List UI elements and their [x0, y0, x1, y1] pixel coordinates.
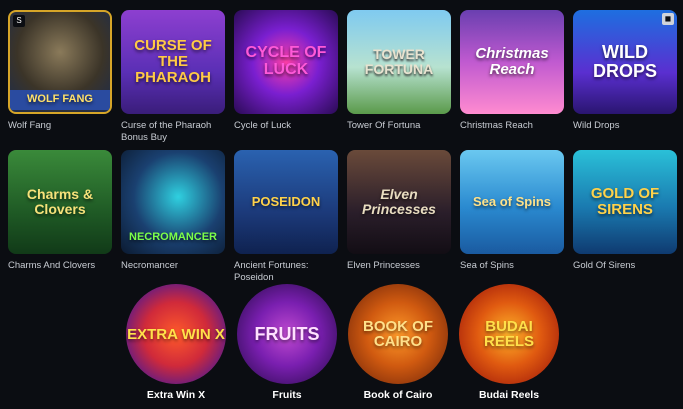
- game-tile-necromancer[interactable]: NECROMANCER Necromancer: [121, 150, 225, 284]
- budai-icon[interactable]: BUDAI REELS: [459, 284, 559, 384]
- game-art-text: BOOK OF CAIRO: [363, 318, 433, 350]
- clover-icon[interactable]: Charms & Clovers: [8, 150, 112, 254]
- necromancer-icon[interactable]: NECROMANCER: [121, 150, 225, 254]
- featured-tile-extra-win-x[interactable]: EXTRA WIN X Extra Win X: [126, 284, 226, 401]
- featured-tile-book-of-cairo[interactable]: BOOK OF CAIRO Book of Cairo: [348, 284, 448, 401]
- game-title[interactable]: Gold Of Sirens: [573, 260, 677, 284]
- game-tile-curse-of-the-pharaoh[interactable]: CURSE OF THE PHARAOH Curse of the Pharao…: [121, 10, 225, 144]
- tower-icon[interactable]: TOWER FORTUNA: [347, 10, 451, 114]
- game-art-text: Charms & Clovers: [26, 186, 94, 217]
- game-title[interactable]: Charms And Clovers: [8, 260, 112, 284]
- christmas-icon[interactable]: Christmas Reach: [460, 10, 564, 114]
- game-art-text: Elven Princesses: [362, 186, 436, 217]
- game-tile-wolf-fang[interactable]: S WOLF FANG Wolf Fang: [8, 10, 112, 144]
- game-art-text: POSEIDON: [251, 194, 321, 210]
- wolf-icon[interactable]: S WOLF FANG: [8, 10, 112, 114]
- game-title[interactable]: Curse of the Pharaoh Bonus Buy: [121, 120, 225, 144]
- featured-title[interactable]: Book of Cairo: [348, 389, 448, 401]
- game-title[interactable]: Wolf Fang: [8, 120, 112, 144]
- extra-win-icon[interactable]: EXTRA WIN X: [126, 284, 226, 384]
- game-tile-cycle-of-luck[interactable]: CYCLE OF LUCK Cycle of Luck: [234, 10, 338, 144]
- game-art-text: WILD DROPS: [592, 42, 657, 81]
- wild-drops-icon[interactable]: ◼ WILD DROPS: [573, 10, 677, 114]
- game-art-text: EXTRA WIN X: [127, 325, 225, 343]
- game-title[interactable]: Tower Of Fortuna: [347, 120, 451, 144]
- game-title[interactable]: Sea of Spins: [460, 260, 564, 284]
- game-tile-christmas-reach[interactable]: Christmas Reach Christmas Reach: [460, 10, 564, 144]
- game-title[interactable]: Cycle of Luck: [234, 120, 338, 144]
- game-art-text: Sea of Spins: [472, 194, 552, 210]
- elven-icon[interactable]: Elven Princesses: [347, 150, 451, 254]
- game-tile-charms-and-clovers[interactable]: Charms & Clovers Charms And Clovers: [8, 150, 112, 284]
- featured-title[interactable]: Budai Reels: [459, 389, 559, 401]
- game-art-text: Christmas Reach: [475, 45, 549, 78]
- game-title[interactable]: Wild Drops: [573, 120, 677, 144]
- featured-title[interactable]: Fruits: [237, 389, 337, 401]
- game-tile-elven-princesses[interactable]: Elven Princesses Elven Princesses: [347, 150, 451, 284]
- game-title[interactable]: Necromancer: [121, 260, 225, 284]
- game-tile-gold-of-sirens[interactable]: GOLD OF SIRENS Gold Of Sirens: [573, 150, 677, 284]
- sea-icon[interactable]: Sea of Spins: [460, 150, 564, 254]
- featured-title[interactable]: Extra Win X: [126, 389, 226, 401]
- game-art-text: WOLF FANG: [10, 90, 110, 110]
- game-tile-tower-of-fortuna[interactable]: TOWER FORTUNA Tower Of Fortuna: [347, 10, 451, 144]
- game-art-text: CYCLE OF LUCK: [245, 44, 327, 78]
- featured-tile-budai-reels[interactable]: BUDAI REELS Budai Reels: [459, 284, 559, 401]
- pharaoh-icon[interactable]: CURSE OF THE PHARAOH: [121, 10, 225, 114]
- game-art-text: GOLD OF SIRENS: [590, 185, 660, 218]
- game-tile-sea-of-spins[interactable]: Sea of Spins Sea of Spins: [460, 150, 564, 284]
- game-art-text: TOWER FORTUNA: [364, 46, 434, 77]
- game-art-text: BUDAI REELS: [483, 318, 534, 350]
- games-row-2: Charms & Clovers Charms And Clovers NECR…: [8, 150, 680, 284]
- game-art-text: FRUITS: [254, 324, 320, 344]
- sirens-icon[interactable]: GOLD OF SIRENS: [573, 150, 677, 254]
- poseidon-icon[interactable]: POSEIDON: [234, 150, 338, 254]
- game-art-text: NECROMANCER: [129, 231, 217, 244]
- game-tile-ancient-fortunes-poseidon[interactable]: POSEIDON Ancient Fortunes: Poseidon: [234, 150, 338, 284]
- book-icon[interactable]: BOOK OF CAIRO: [348, 284, 448, 384]
- featured-games-row: EXTRA WIN X Extra Win X FRUITS Fruits BO…: [126, 284, 559, 401]
- game-title[interactable]: Christmas Reach: [460, 120, 564, 144]
- game-title[interactable]: Elven Princesses: [347, 260, 451, 284]
- cycle-icon[interactable]: CYCLE OF LUCK: [234, 10, 338, 114]
- provider-icon: S: [13, 15, 25, 27]
- games-grid: S WOLF FANG Wolf Fang CURSE OF THE PHARA…: [8, 10, 680, 290]
- fruits-icon[interactable]: FRUITS: [237, 284, 337, 384]
- game-tile-wild-drops[interactable]: ◼ WILD DROPS Wild Drops: [573, 10, 677, 144]
- provider-icon: ◼: [662, 13, 674, 25]
- games-row-1: S WOLF FANG Wolf Fang CURSE OF THE PHARA…: [8, 10, 680, 144]
- game-art-text: CURSE OF THE PHARAOH: [134, 37, 212, 86]
- featured-tile-fruits[interactable]: FRUITS Fruits: [237, 284, 337, 401]
- game-title[interactable]: Ancient Fortunes: Poseidon: [234, 260, 338, 284]
